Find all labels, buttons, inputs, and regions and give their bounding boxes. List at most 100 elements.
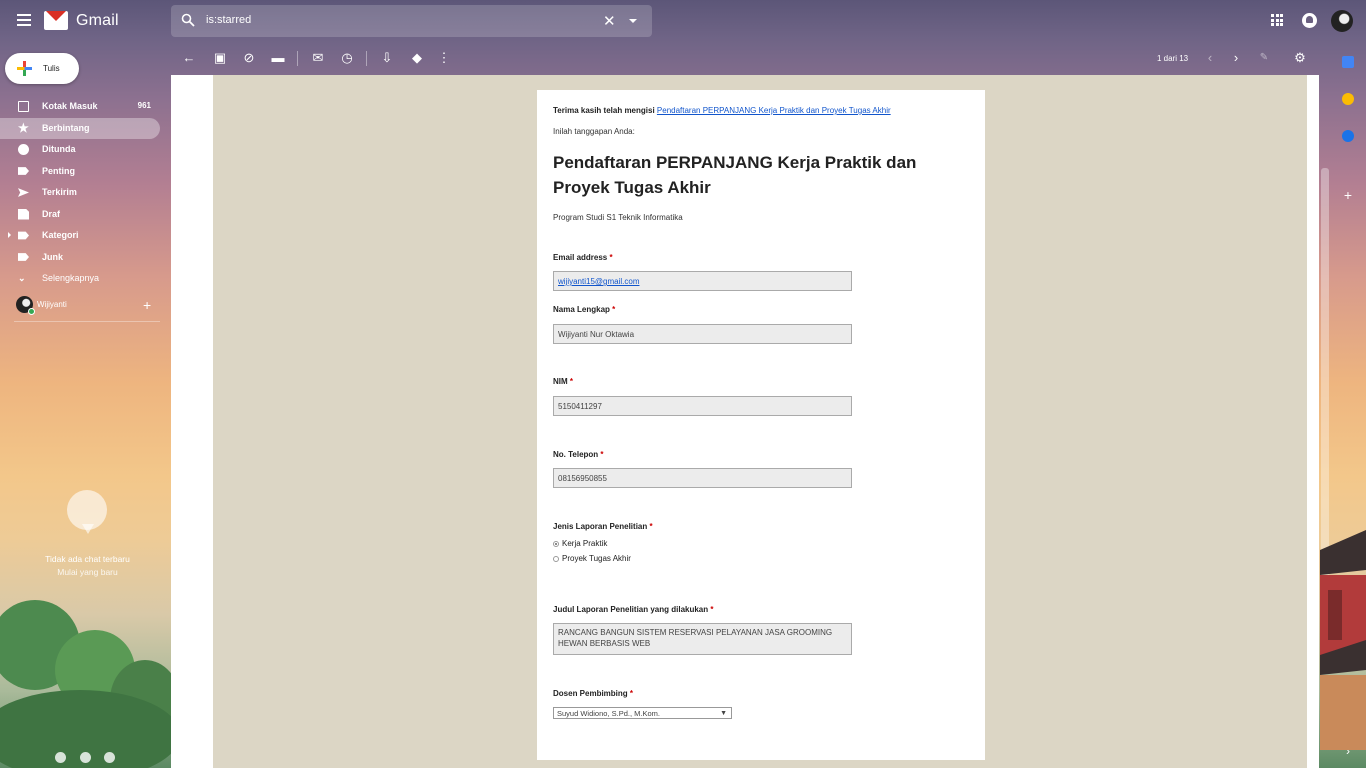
inbox-icon bbox=[18, 101, 29, 112]
more-options-icon[interactable]: ⋮ bbox=[436, 50, 452, 66]
form-title-link[interactable]: Pendaftaran PERPANJANG Kerja Praktik dan… bbox=[657, 106, 891, 115]
form-response-card: Terima kasih telah mengisi Pendaftaran P… bbox=[537, 90, 985, 760]
name-question: Nama Lengkap * bbox=[553, 305, 615, 314]
radio-unselected bbox=[553, 555, 559, 562]
move-to-icon[interactable]: ⇩ bbox=[379, 50, 395, 66]
label-icon[interactable]: ◆ bbox=[409, 50, 425, 66]
clock-icon bbox=[18, 144, 29, 155]
email-field: wijiyanti15@gmail.com bbox=[553, 271, 852, 291]
gmail-envelope-icon bbox=[44, 11, 68, 30]
mark-unread-icon[interactable]: ✉ bbox=[310, 50, 326, 66]
question-label: Dosen Pembimbing bbox=[553, 689, 628, 698]
top-bar: Gmail is:starred ✕ bbox=[0, 0, 1366, 42]
report-spam-icon[interactable]: ⊘ bbox=[241, 50, 257, 66]
snooze-clock-icon[interactable]: ◷ bbox=[339, 50, 355, 66]
sidebar-item-label: Kotak Masuk bbox=[42, 101, 98, 111]
sidebar-item-drafts[interactable]: Draf bbox=[0, 204, 160, 226]
sidebar-item-label: Penting bbox=[42, 165, 75, 176]
draft-icon bbox=[18, 208, 29, 220]
sidebar-item-junk[interactable]: Junk bbox=[0, 247, 160, 269]
email-question: Email address * bbox=[553, 253, 613, 262]
phone-question: No. Telepon * bbox=[553, 450, 604, 459]
add-on-plus-icon[interactable]: + bbox=[1342, 188, 1354, 202]
email-body: Terima kasih telah mengisi Pendaftaran P… bbox=[213, 75, 1307, 768]
input-tools-icon[interactable]: ✎ bbox=[1256, 50, 1272, 66]
start-new-chat-link[interactable]: Mulai yang baru bbox=[57, 567, 117, 577]
sidebar-item-starred[interactable]: ★ Berbintang bbox=[0, 117, 160, 139]
required-mark: * bbox=[710, 605, 714, 614]
hangouts-user[interactable]: Wijiyanti + bbox=[0, 294, 160, 316]
form-title: Pendaftaran PERPANJANG Kerja Praktik dan… bbox=[553, 153, 917, 197]
hangouts-bottom-bar bbox=[0, 748, 171, 768]
unread-count: 961 bbox=[137, 101, 151, 110]
calendar-icon[interactable] bbox=[1342, 56, 1354, 68]
radio-selected bbox=[553, 540, 559, 547]
title-question: Judul Laporan Penelitian yang dilakukan … bbox=[553, 605, 714, 614]
contacts-person-icon[interactable] bbox=[55, 752, 66, 763]
compose-button[interactable]: Tulis bbox=[5, 53, 79, 84]
previous-page-icon[interactable]: ‹ bbox=[1202, 50, 1218, 66]
star-icon: ★ bbox=[18, 120, 29, 135]
settings-gear-icon[interactable]: ⚙ bbox=[1292, 50, 1308, 66]
user-name: Wijiyanti bbox=[37, 300, 67, 309]
sidebar-item-inbox[interactable]: Kotak Masuk 961 bbox=[0, 96, 160, 118]
sidebar-item-label: Ditunda bbox=[42, 144, 76, 154]
intro-text: Terima kasih telah mengisi Pendaftaran P… bbox=[553, 106, 891, 115]
online-status-icon bbox=[28, 308, 35, 315]
back-arrow-icon[interactable]: ← bbox=[181, 50, 197, 66]
compose-plus-icon bbox=[17, 61, 32, 76]
search-input[interactable]: is:starred bbox=[206, 14, 251, 26]
search-options-chevron-icon[interactable] bbox=[629, 19, 637, 23]
supervisor-select[interactable]: Suyud Widiono, S.Pd., M.Kom. ▼ bbox=[553, 707, 732, 719]
add-chat-icon[interactable]: + bbox=[143, 297, 151, 313]
supervisor-question: Dosen Pembimbing * bbox=[553, 689, 633, 698]
delete-icon[interactable]: ▬ bbox=[270, 50, 286, 66]
nim-field: 5150411297 bbox=[553, 396, 852, 416]
sidebar-nav: Kotak Masuk 961 ★ Berbintang Ditunda Pen… bbox=[0, 96, 160, 290]
radio-option: Proyek Tugas Akhir bbox=[553, 554, 631, 563]
response-subtitle: Inilah tanggapan Anda: bbox=[553, 127, 635, 136]
sidebar-item-label: Berbintang bbox=[42, 122, 90, 133]
chat-empty-state: Tidak ada chat terbaru Mulai yang baru bbox=[0, 553, 175, 579]
sidebar-item-label: Draf bbox=[42, 208, 61, 219]
nim-question: NIM * bbox=[553, 377, 573, 386]
sidebar-item-important[interactable]: Penting bbox=[0, 161, 160, 183]
divider bbox=[14, 321, 160, 322]
report-title-field: RANCANG BANGUN SISTEM RESERVASI PELAYANA… bbox=[553, 623, 852, 655]
required-mark: * bbox=[649, 522, 653, 531]
important-icon bbox=[18, 167, 29, 175]
search-icon[interactable] bbox=[181, 13, 195, 27]
sidebar-item-snoozed[interactable]: Ditunda bbox=[0, 139, 160, 161]
gmail-logo[interactable]: Gmail bbox=[44, 11, 119, 30]
send-icon bbox=[18, 188, 29, 197]
keep-icon[interactable] bbox=[1342, 93, 1354, 105]
clear-search-icon[interactable]: ✕ bbox=[603, 12, 616, 30]
intro-prefix: Terima kasih telah mengisi bbox=[553, 106, 655, 115]
search-bar[interactable]: is:starred ✕ bbox=[171, 5, 652, 37]
required-mark: * bbox=[600, 450, 604, 459]
archive-icon[interactable]: ▣ bbox=[212, 50, 228, 66]
phone-field: 08156950855 bbox=[553, 468, 852, 488]
sidebar-item-label: Kategori bbox=[42, 230, 79, 240]
apps-grid-icon[interactable] bbox=[1271, 14, 1283, 26]
pagination-text: 1 dari 13 bbox=[1157, 54, 1189, 63]
expand-arrow-icon[interactable] bbox=[8, 232, 11, 238]
compose-label: Tulis bbox=[43, 64, 60, 73]
sidebar-item-label: Junk bbox=[42, 251, 64, 262]
account-avatar[interactable] bbox=[1331, 10, 1353, 32]
question-label: Judul Laporan Penelitian yang dilakukan bbox=[553, 605, 709, 614]
hangouts-quote-icon bbox=[67, 490, 107, 534]
sidebar-item-sent[interactable]: Terkirim bbox=[0, 182, 160, 204]
required-mark: * bbox=[629, 689, 634, 698]
phone-call-icon[interactable] bbox=[104, 752, 115, 763]
sidebar-item-categories[interactable]: Kategori bbox=[0, 225, 160, 247]
sidebar-item-label: Terkirim bbox=[42, 187, 77, 197]
main-menu-button[interactable] bbox=[14, 11, 34, 31]
sidebar-item-more[interactable]: ⌄ Selengkapnya bbox=[0, 268, 160, 290]
next-page-icon[interactable]: › bbox=[1228, 50, 1244, 66]
hangouts-chat-icon[interactable] bbox=[80, 752, 91, 763]
email-link[interactable]: wijiyanti15@gmail.com bbox=[558, 277, 639, 286]
tasks-icon[interactable] bbox=[1342, 130, 1354, 142]
message-toolbar: ← ▣ ⊘ ▬ ✉ ◷ ⇩ ◆ ⋮ 1 dari 13 ‹ › ✎ ⚙ bbox=[171, 42, 1319, 75]
notifications-icon[interactable] bbox=[1302, 13, 1317, 28]
